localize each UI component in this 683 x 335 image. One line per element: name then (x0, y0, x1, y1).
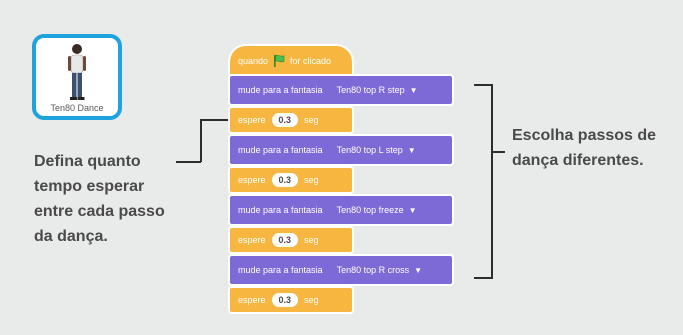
bracket-vertical (491, 84, 493, 279)
callout-left-connector-vertical (200, 120, 202, 162)
callout-right-line1: Escolha passos de (512, 127, 657, 144)
green-flag-icon (272, 54, 286, 68)
dancer-figure-icon (68, 44, 86, 100)
bracket-pointer (492, 151, 505, 153)
wait-block[interactable]: espere 0.3 seg (228, 166, 354, 194)
switch-costume-block[interactable]: mude para a fantasia Ten80 top freeze ▼ (228, 194, 454, 226)
hat-label-after: for clicado (290, 56, 332, 66)
sprite-name-label: Ten80 Dance (50, 103, 104, 113)
switch-costume-label: mude para a fantasia (238, 85, 323, 95)
sprite-thumbnail[interactable]: Ten80 Dance (32, 34, 122, 120)
callout-left-connector (176, 161, 201, 163)
wait-label: espere (238, 175, 266, 185)
switch-costume-label: mude para a fantasia (238, 205, 323, 215)
dropdown-arrow-icon: ▼ (407, 145, 416, 155)
switch-costume-block[interactable]: mude para a fantasia Ten80 top R step ▼ (228, 74, 454, 106)
wait-unit-label: seg (304, 235, 319, 245)
costume-name: Ten80 top freeze (336, 205, 404, 215)
wait-unit-label: seg (304, 175, 319, 185)
callout-right-line2: dança diferentes. (512, 152, 644, 169)
switch-costume-label: mude para a fantasia (238, 265, 323, 275)
wait-unit-label: seg (304, 295, 319, 305)
costume-dropdown[interactable]: Ten80 top R step ▼ (337, 85, 418, 95)
switch-costume-block[interactable]: mude para a fantasia Ten80 top R cross ▼ (228, 254, 454, 286)
wait-label: espere (238, 235, 266, 245)
bracket-bottom (474, 277, 492, 279)
costume-dropdown[interactable]: Ten80 top freeze ▼ (337, 205, 417, 215)
costume-name: Ten80 top R cross (336, 265, 410, 275)
dropdown-arrow-icon: ▼ (408, 205, 417, 215)
wait-seconds-input[interactable]: 0.3 (271, 293, 299, 307)
script-block-stack[interactable]: quando for clicado mude para a fantasia … (228, 32, 468, 332)
wait-seconds-input[interactable]: 0.3 (271, 173, 299, 187)
wait-seconds-input[interactable]: 0.3 (271, 233, 299, 247)
callout-wait-time: Defina quanto tempo esperar entre cada p… (34, 153, 165, 245)
costume-dropdown[interactable]: Ten80 top R cross ▼ (337, 265, 422, 275)
dropdown-arrow-icon: ▼ (414, 265, 423, 275)
switch-costume-block[interactable]: mude para a fantasia Ten80 top L step ▼ (228, 134, 454, 166)
dropdown-arrow-icon: ▼ (409, 85, 418, 95)
wait-label: espere (238, 295, 266, 305)
wait-unit-label: seg (304, 115, 319, 125)
wait-label: espere (238, 115, 266, 125)
callout-dance-steps: Escolha passos de dança diferentes. (512, 123, 683, 173)
wait-block[interactable]: espere 0.3 seg (228, 106, 354, 134)
wait-block[interactable]: espere 0.3 seg (228, 226, 354, 254)
wait-block[interactable]: espere 0.3 seg (228, 286, 354, 314)
callout-left-connector-top (200, 119, 230, 121)
costume-name: Ten80 top R step (336, 85, 405, 95)
costume-name: Ten80 top L step (336, 145, 403, 155)
wait-seconds-input[interactable]: 0.3 (271, 113, 299, 127)
bracket-top (474, 84, 492, 86)
when-flag-clicked-block[interactable]: quando for clicado (228, 44, 354, 78)
switch-costume-label: mude para a fantasia (238, 145, 323, 155)
costume-dropdown[interactable]: Ten80 top L step ▼ (337, 145, 416, 155)
hat-label-before: quando (238, 56, 269, 66)
